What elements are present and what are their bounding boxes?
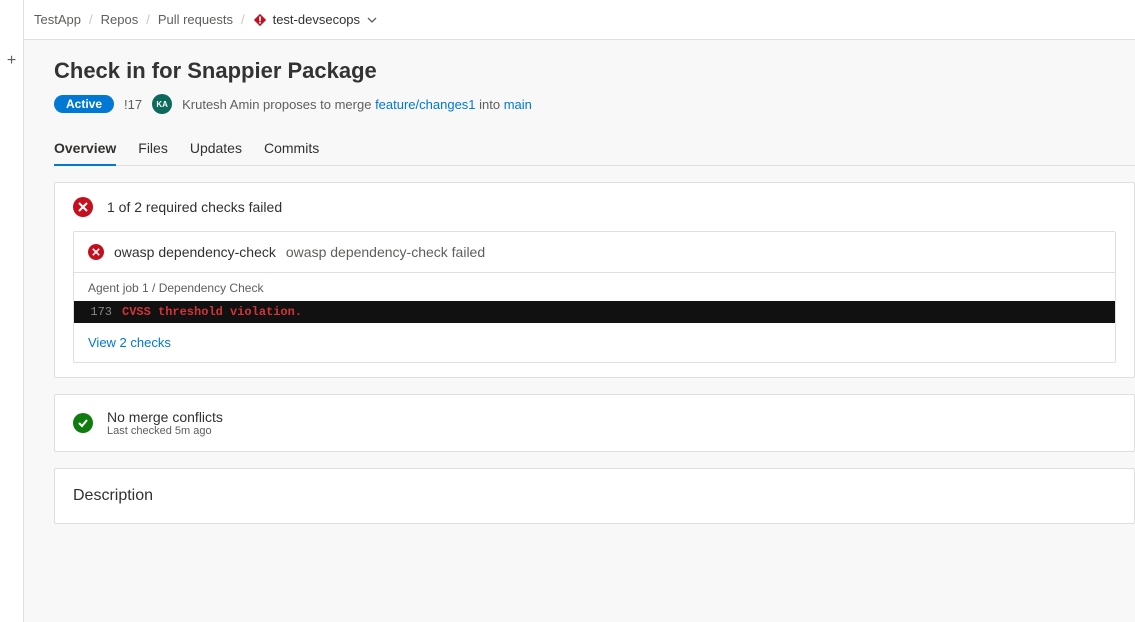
success-icon [73,413,93,433]
breadcrumb-sep: / [89,12,93,27]
target-branch[interactable]: main [504,97,532,112]
page-title: Check in for Snappier Package [54,58,1135,84]
check-name: owasp dependency-check [114,244,276,260]
pr-id: !17 [124,97,142,112]
content: Check in for Snappier Package Active !17… [24,40,1135,622]
propose-mid: into [476,97,504,112]
console-line-no: 173 [74,301,122,323]
console-output: 173 CVSS threshold violation. [74,301,1115,323]
breadcrumb-sep: / [241,12,245,27]
merge-title: No merge conflicts [107,409,223,425]
job-label: Agent job 1 / Dependency Check [74,272,1115,301]
tab-files[interactable]: Files [138,132,168,165]
tab-updates[interactable]: Updates [190,132,242,165]
left-rail: + [0,0,24,622]
main: TestApp / Repos / Pull requests / test-d… [24,0,1135,622]
checks-card: 1 of 2 required checks failed owasp depe… [54,182,1135,378]
add-icon[interactable]: + [7,52,16,70]
merge-text: No merge conflicts Last checked 5m ago [107,409,223,437]
merge-row: No merge conflicts Last checked 5m ago [55,395,1134,451]
breadcrumb-project[interactable]: TestApp [34,12,81,27]
check-status: owasp dependency-check failed [286,244,485,260]
view-checks-link[interactable]: View 2 checks [74,323,1115,362]
description-card: Description [54,468,1135,524]
fail-icon [88,244,104,260]
breadcrumb: TestApp / Repos / Pull requests / test-d… [24,0,1135,40]
author-name: Krutesh Amin [182,97,259,112]
repo-icon [253,13,267,27]
avatar[interactable]: KA [152,94,172,114]
checks-summary-row: 1 of 2 required checks failed [55,183,1134,231]
tab-overview[interactable]: Overview [54,132,116,166]
propose-prefix: proposes to merge [259,97,375,112]
console-line-msg: CVSS threshold violation. [122,301,1115,323]
merge-subtitle: Last checked 5m ago [107,425,223,437]
breadcrumb-section[interactable]: Repos [101,12,139,27]
checks-summary: 1 of 2 required checks failed [107,199,282,215]
status-badge: Active [54,95,114,113]
breadcrumb-repo[interactable]: test-devsecops [253,12,378,27]
merge-card: No merge conflicts Last checked 5m ago [54,394,1135,452]
source-branch[interactable]: feature/changes1 [375,97,475,112]
chevron-down-icon [366,14,378,26]
meta-row: Active !17 KA Krutesh Amin proposes to m… [54,94,1135,114]
tabs: Overview Files Updates Commits [54,132,1135,166]
description-heading: Description [73,487,1116,505]
breadcrumb-repo-name: test-devsecops [273,12,360,27]
fail-icon [73,197,93,217]
check-detail-head: owasp dependency-check owasp dependency-… [74,232,1115,272]
propose-text: Krutesh Amin proposes to merge feature/c… [182,97,532,112]
breadcrumb-subsection[interactable]: Pull requests [158,12,233,27]
breadcrumb-sep: / [146,12,150,27]
tab-commits[interactable]: Commits [264,132,319,165]
check-detail-panel: owasp dependency-check owasp dependency-… [73,231,1116,363]
